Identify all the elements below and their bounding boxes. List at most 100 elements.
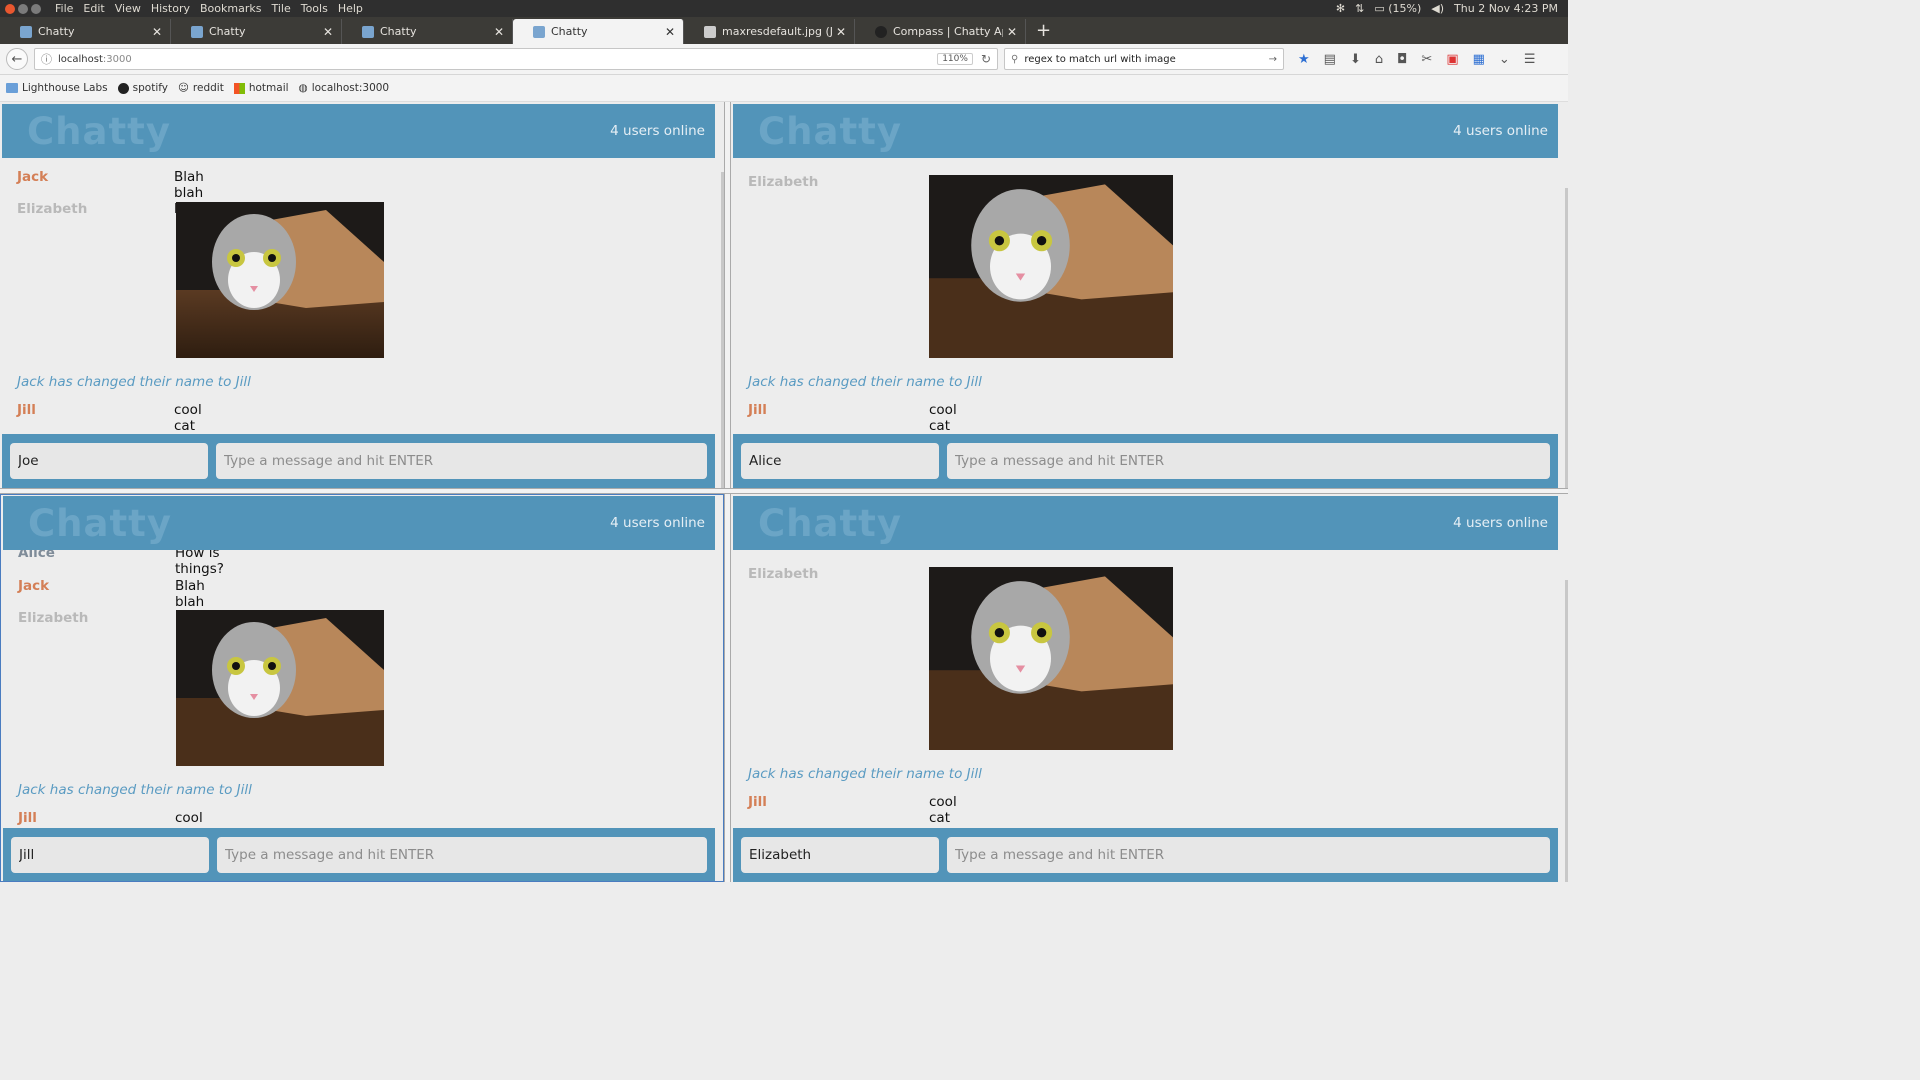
info-icon[interactable]: ⓘ <box>41 51 52 67</box>
message-input[interactable] <box>947 443 1550 479</box>
chatty-favicon-icon <box>362 25 374 38</box>
username-input[interactable] <box>10 443 208 479</box>
menu-view[interactable]: View <box>110 2 146 15</box>
bookmark-spotify[interactable]: spotify <box>117 82 168 94</box>
scrollbar[interactable] <box>1565 580 1568 882</box>
users-online: 4 users online <box>610 123 705 139</box>
message-username: Jack <box>18 578 50 594</box>
menu-history[interactable]: History <box>146 2 195 15</box>
scrollbar[interactable] <box>1565 188 1568 488</box>
volume-icon[interactable]: ◀) <box>1431 2 1444 15</box>
bookmark-label: hotmail <box>248 82 289 94</box>
menu-edit[interactable]: Edit <box>78 2 109 15</box>
username-input[interactable] <box>11 837 209 873</box>
back-arrow-icon[interactable]: ← <box>6 48 28 70</box>
system-notification: Jack has changed their name to Jill <box>748 374 982 390</box>
tab-label: Chatty <box>38 25 75 38</box>
hamburger-menu-icon[interactable]: ☰ <box>1524 52 1536 67</box>
bookmark-label: localhost:3000 <box>311 82 390 94</box>
compass-favicon-icon <box>875 25 887 38</box>
menu-file[interactable]: File <box>50 2 78 15</box>
chat-header-overlay: Chatty 4 users online <box>3 496 715 550</box>
tab-close-icon[interactable]: ✕ <box>152 25 162 39</box>
chat-pane-bottom-left: Chatty 4 users online Alice How is thing… <box>0 494 724 882</box>
chatty-brand: Chatty <box>27 109 171 153</box>
bookmark-localhost[interactable]: ◍ localhost:3000 <box>299 82 390 94</box>
menu-tile[interactable]: Tile <box>266 2 295 15</box>
minimize-window-icon[interactable] <box>18 3 28 14</box>
menu-tools[interactable]: Tools <box>296 2 333 15</box>
network-icon[interactable]: ⇅ <box>1355 2 1364 15</box>
menu-help[interactable]: Help <box>333 2 368 15</box>
tab-chatty-4-active[interactable]: Chatty ✕ <box>513 19 684 44</box>
bookmark-lighthouse-labs[interactable]: Lighthouse Labs <box>6 82 108 94</box>
toolbar-icons: ★ ▤ ⬇ ⌂ ◘ ✂ ▣ ▦ ⌄ ☰ <box>1298 52 1535 67</box>
chevron-down-icon[interactable]: ⌄ <box>1499 52 1510 67</box>
chatty-brand: Chatty <box>28 501 172 545</box>
url-bar[interactable]: ⓘ localhost:3000 110% ↻ <box>34 48 998 70</box>
tab-maxresdefault[interactable]: maxresdefault.jpg (JPEG I ✕ <box>684 19 855 44</box>
new-tab-icon[interactable]: + <box>1026 19 1061 44</box>
extension-icon[interactable]: ✂ <box>1421 52 1432 67</box>
tab-close-icon[interactable]: ✕ <box>323 25 333 39</box>
search-bar[interactable]: ⚲ regex to match url with image → <box>1004 48 1284 70</box>
message-input[interactable] <box>217 837 707 873</box>
pocket-icon[interactable]: ◘ <box>1397 52 1407 67</box>
tab-chatty-2[interactable]: Chatty ✕ <box>171 19 342 44</box>
bookmark-label: reddit <box>192 82 224 94</box>
message-input[interactable] <box>216 443 707 479</box>
close-window-icon[interactable] <box>5 3 15 14</box>
bookmark-hotmail[interactable]: hotmail <box>233 82 289 94</box>
reload-icon[interactable]: ↻ <box>981 52 991 66</box>
message-username: Jack <box>17 169 49 185</box>
url-host: localhost <box>58 53 103 65</box>
bookmark-label: spotify <box>132 82 168 94</box>
username-input[interactable] <box>741 837 939 873</box>
message-content: cool cat <box>929 794 957 826</box>
tab-close-icon[interactable]: ✕ <box>494 25 504 39</box>
chat-footer <box>2 434 715 488</box>
tab-close-icon[interactable]: ✕ <box>665 25 675 39</box>
message-username: Elizabeth <box>18 610 89 626</box>
chat-footer <box>733 434 1558 488</box>
bookmark-star-icon[interactable]: ★ <box>1298 52 1310 67</box>
system-notification: Jack has changed their name to Jill <box>748 766 982 782</box>
username-input[interactable] <box>741 443 939 479</box>
zoom-level[interactable]: 110% <box>937 53 973 65</box>
browser-navbar: ← ⓘ localhost:3000 110% ↻ ⚲ regex to mat… <box>0 44 1568 75</box>
message-content: cool cat <box>174 402 202 434</box>
addon-red-icon[interactable]: ▣ <box>1446 52 1458 67</box>
chatty-favicon-icon <box>20 25 32 38</box>
home-icon[interactable]: ⌂ <box>1375 52 1383 67</box>
search-go-icon[interactable]: → <box>1269 54 1277 65</box>
message-input[interactable] <box>947 837 1550 873</box>
maximize-window-icon[interactable] <box>31 3 41 14</box>
chatty-favicon-icon <box>191 25 203 38</box>
tab-close-icon[interactable]: ✕ <box>836 25 846 39</box>
battery-indicator[interactable]: ▭ (15%) <box>1374 2 1421 15</box>
clipboard-icon[interactable]: ▤ <box>1324 52 1336 67</box>
tab-compass[interactable]: Compass | Chatty App ✕ <box>855 19 1026 44</box>
users-online: 4 users online <box>1453 515 1548 531</box>
clock[interactable]: Thu 2 Nov 4:23 PM <box>1454 2 1558 15</box>
menu-bookmarks[interactable]: Bookmarks <box>195 2 266 15</box>
tab-chatty-1[interactable]: Chatty ✕ <box>0 19 171 44</box>
tile-icon[interactable]: ▦ <box>1473 52 1485 67</box>
message-content: cool cat <box>929 402 957 434</box>
bookmark-reddit[interactable]: ☺ reddit <box>178 82 224 94</box>
settings-icon[interactable]: ✻ <box>1336 2 1345 15</box>
download-icon[interactable]: ⬇ <box>1350 52 1361 67</box>
chat-footer <box>733 828 1558 882</box>
chat-header: Chatty 4 users online <box>2 104 715 158</box>
cat-in-paper-roll-image <box>929 175 1173 358</box>
chat-pane-top-left: Chatty 4 users online Jack Blah blah bla… <box>0 102 724 488</box>
tile-divider-horizontal[interactable] <box>0 488 1568 494</box>
system-indicators: ✻ ⇅ ▭ (15%) ◀) Thu 2 Nov 4:23 PM <box>1336 2 1568 15</box>
battery-percent: (15%) <box>1388 2 1422 15</box>
url-port: :3000 <box>102 53 132 65</box>
message-username: Jill <box>748 402 767 418</box>
tab-chatty-3[interactable]: Chatty ✕ <box>342 19 513 44</box>
message-username: Jill <box>18 810 37 826</box>
message-username: Elizabeth <box>748 174 819 190</box>
tab-close-icon[interactable]: ✕ <box>1007 25 1017 39</box>
